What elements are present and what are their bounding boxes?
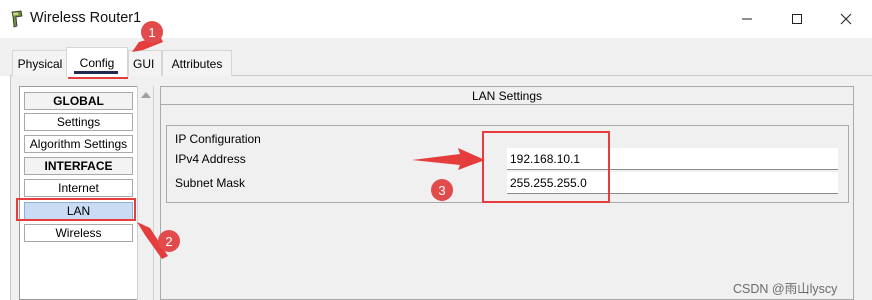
watermark-text: CSDN @雨山lyscy bbox=[733, 282, 838, 296]
tab-label: Config bbox=[79, 55, 115, 70]
step-badge-3: 3 bbox=[431, 179, 453, 201]
annotation-arrows bbox=[132, 36, 485, 259]
selected-tab-indicator bbox=[74, 71, 118, 74]
step-badge-2: 2 bbox=[158, 230, 180, 252]
step-badge-1: 1 bbox=[141, 21, 163, 43]
arrow-3 bbox=[412, 148, 485, 170]
tab-config[interactable]: Config bbox=[66, 47, 128, 77]
